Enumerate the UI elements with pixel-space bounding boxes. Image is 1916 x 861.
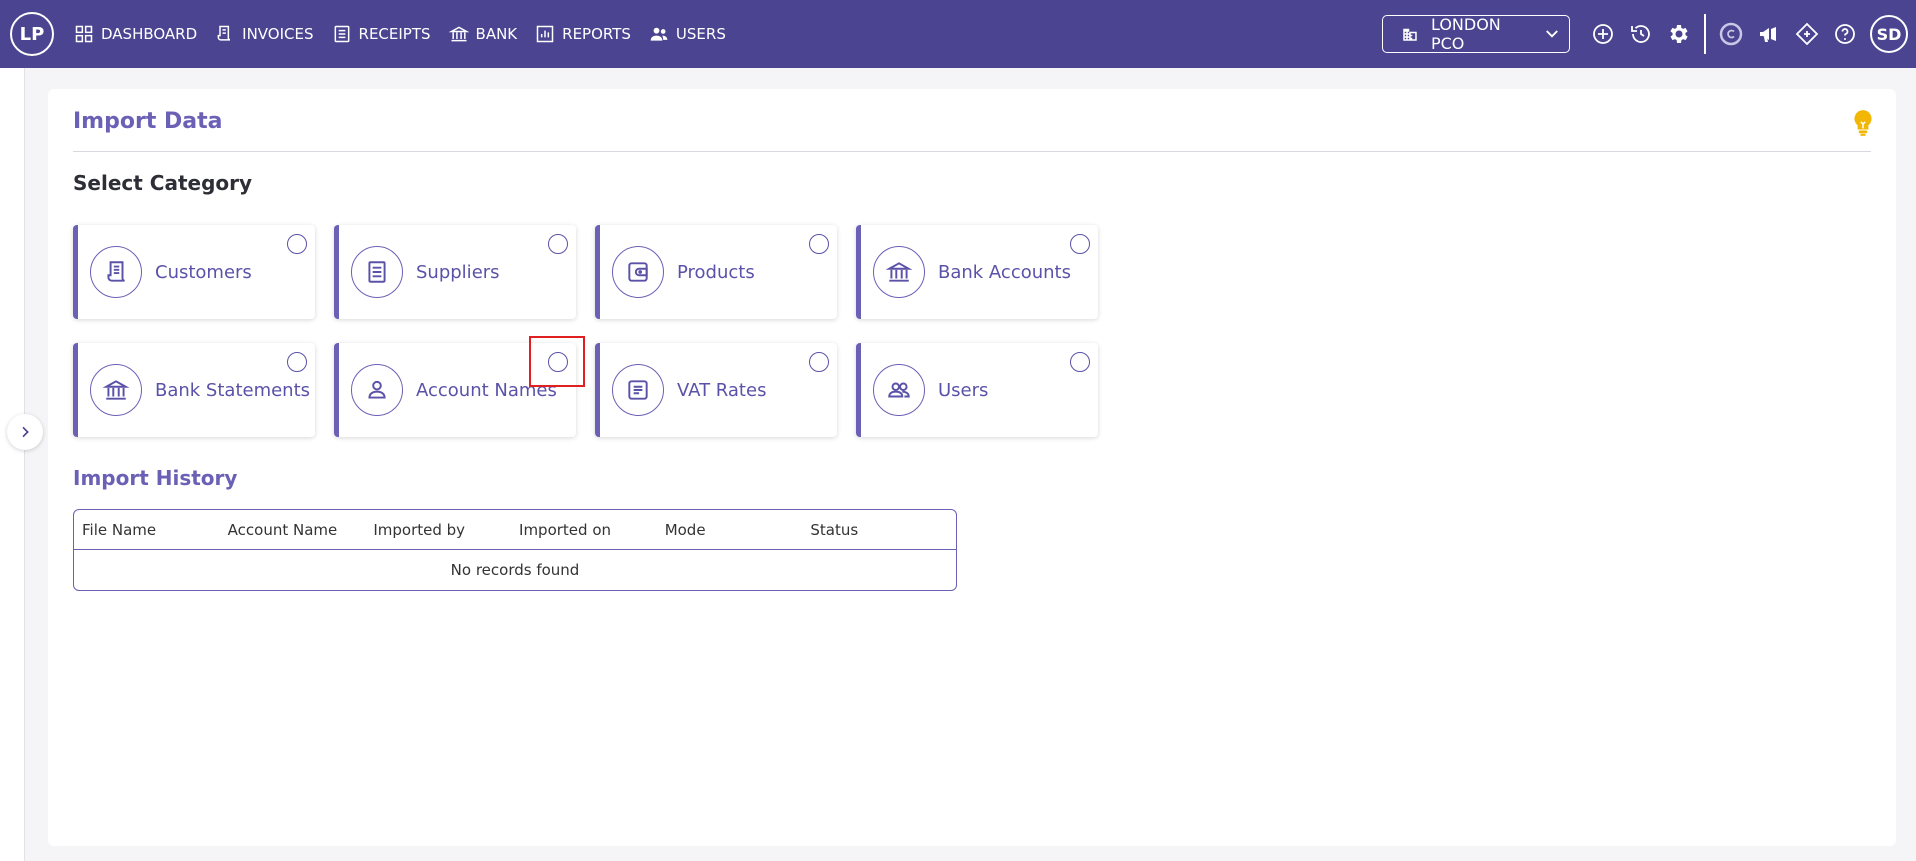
column-header-mode[interactable]: Mode (665, 521, 811, 539)
category-card-bank-statements[interactable]: Bank Statements (73, 343, 315, 437)
invoice-icon (217, 25, 231, 41)
nav-dashboard-label: DASHBOARD (101, 25, 198, 43)
help-icon (1835, 24, 1855, 44)
import-history-table: File Name Account Name Imported by Impor… (73, 509, 957, 591)
category-card-customers[interactable]: Customers (73, 225, 315, 319)
category-label: Bank Statements (155, 379, 311, 401)
category-card-account-names[interactable]: Account Names (334, 343, 576, 437)
category-radio-account-names[interactable] (548, 352, 568, 372)
app-logo[interactable]: LP (10, 12, 54, 56)
category-card-bank-accounts[interactable]: Bank Accounts (856, 225, 1098, 319)
plus-circle-icon (1593, 24, 1613, 44)
announcements-button[interactable] (1750, 15, 1788, 53)
user-avatar[interactable]: SD (1870, 15, 1908, 53)
category-card-users[interactable]: Users (856, 343, 1098, 437)
brand-c-button[interactable] (1712, 15, 1750, 53)
main-nav: DASHBOARD INVOICES RECEIPTS BANK REPORTS… (68, 14, 732, 54)
column-header-account-name[interactable]: Account Name (228, 521, 374, 539)
category-radio-bank-accounts[interactable] (1070, 234, 1090, 254)
category-label: Account Names (416, 379, 557, 401)
header-tools: LONDON PCO SD (1382, 0, 1908, 68)
customer-document-icon (90, 246, 142, 298)
nav-reports-label: REPORTS (562, 25, 631, 43)
receipt-icon (334, 25, 349, 43)
category-radio-bank-statements[interactable] (287, 352, 307, 372)
column-header-file-name[interactable]: File Name (82, 521, 228, 539)
page-title: Import Data (73, 109, 223, 134)
product-wallet-icon (612, 246, 664, 298)
category-radio-vat-rates[interactable] (809, 352, 829, 372)
bank-icon (90, 364, 142, 416)
chevron-down-icon (1546, 30, 1558, 38)
category-radio-suppliers[interactable] (548, 234, 568, 254)
nav-bank-label: BANK (475, 25, 518, 43)
users-icon (873, 364, 925, 416)
category-card-products[interactable]: Products (595, 225, 837, 319)
nav-receipts-label: RECEIPTS (358, 25, 431, 43)
select-category-heading: Select Category (73, 171, 253, 195)
users-icon (650, 27, 668, 41)
table-empty-message: No records found (450, 561, 580, 579)
chevron-right-icon (22, 426, 29, 438)
gear-icon (1670, 25, 1688, 43)
history-button[interactable] (1622, 15, 1660, 53)
company-name: LONDON PCO (1430, 15, 1501, 53)
column-header-imported-on[interactable]: Imported on (519, 521, 665, 539)
category-label: VAT Rates (677, 379, 767, 401)
megaphone-icon (1760, 27, 1776, 42)
lightbulb-icon[interactable] (1850, 109, 1876, 137)
dashboard-grid-icon (75, 25, 93, 43)
nav-receipts[interactable]: RECEIPTS (326, 14, 437, 54)
c-logo-icon (1719, 22, 1743, 46)
diamond-link-icon (1795, 22, 1819, 46)
category-card-vat-rates[interactable]: VAT Rates (595, 343, 837, 437)
help-button[interactable] (1826, 15, 1864, 53)
nav-dashboard[interactable]: DASHBOARD (68, 14, 203, 54)
reports-chart-icon (536, 25, 554, 43)
building-icon (1403, 28, 1417, 41)
category-label: Bank Accounts (938, 261, 1071, 283)
header-divider (1704, 14, 1706, 54)
bank-icon (448, 26, 469, 42)
nav-invoices-label: INVOICES (242, 25, 314, 43)
column-header-imported-by[interactable]: Imported by (373, 521, 519, 539)
title-divider (73, 151, 1871, 152)
category-radio-users[interactable] (1070, 352, 1090, 372)
person-icon (351, 364, 403, 416)
history-icon (1631, 25, 1650, 43)
supplier-list-icon (351, 246, 403, 298)
category-card-suppliers[interactable]: Suppliers (334, 225, 576, 319)
category-radio-products[interactable] (809, 234, 829, 254)
category-label: Users (938, 379, 989, 401)
integrations-button[interactable] (1788, 15, 1826, 53)
add-button[interactable] (1584, 15, 1622, 53)
import-history-heading: Import History (73, 466, 238, 490)
left-sidebar-rail (0, 68, 25, 861)
category-label: Products (677, 261, 755, 283)
nav-reports[interactable]: REPORTS (529, 14, 637, 54)
sidebar-expand-button[interactable] (7, 414, 43, 450)
nav-bank[interactable]: BANK (443, 14, 524, 54)
document-lines-icon (612, 364, 664, 416)
category-label: Customers (155, 261, 252, 283)
bank-icon (873, 246, 925, 298)
nav-invoices[interactable]: INVOICES (209, 14, 319, 54)
import-data-panel: Import Data Select Category Customers Su… (48, 89, 1896, 846)
top-nav-bar: LP DASHBOARD INVOICES RECEIPTS BANK REPO… (0, 0, 1916, 68)
table-header-row: File Name Account Name Imported by Impor… (74, 510, 956, 550)
nav-users[interactable]: USERS (643, 14, 732, 54)
company-selector[interactable]: LONDON PCO (1382, 15, 1570, 53)
nav-users-label: USERS (675, 25, 726, 43)
column-header-status[interactable]: Status (810, 521, 956, 539)
category-radio-customers[interactable] (287, 234, 307, 254)
category-label: Suppliers (416, 261, 500, 283)
settings-button[interactable] (1660, 15, 1698, 53)
